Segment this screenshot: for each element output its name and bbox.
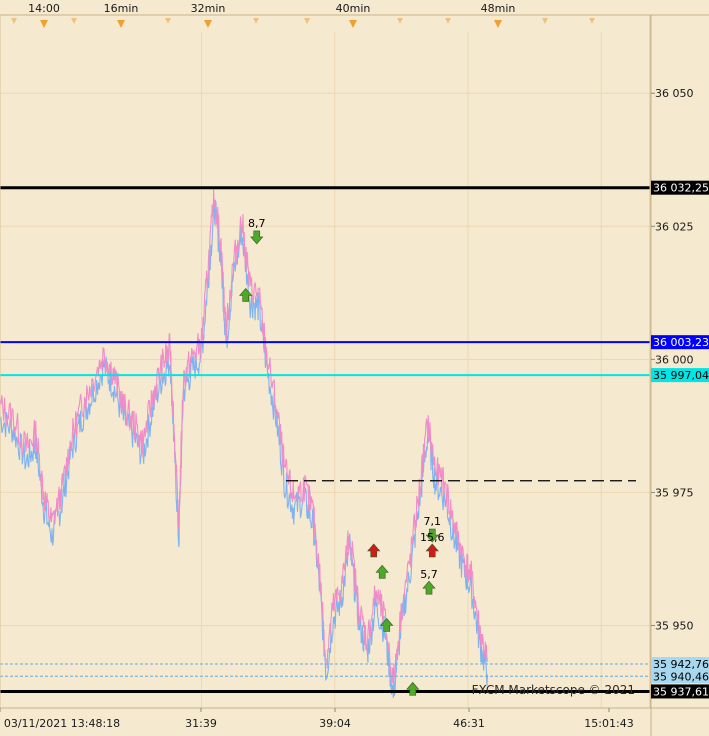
top-time-label: 48min	[481, 2, 516, 15]
level-label: 35 942,76	[653, 658, 709, 671]
level-label: 35 940,46	[653, 670, 709, 683]
bottom-time-label: 15:01:43	[584, 717, 633, 730]
y-tick-label: 35 975	[655, 486, 694, 499]
signal-label: 15,6	[420, 531, 445, 544]
signal-label: 5,7	[420, 568, 438, 581]
bottom-time-label: 03/11/2021 13:48:18	[4, 717, 120, 730]
watermark: FXCM Marketscope © 2021	[472, 683, 635, 697]
bottom-time-label: 31:39	[185, 717, 217, 730]
level-label: 35 997,04	[653, 369, 709, 382]
level-label: 36 032,25	[653, 182, 709, 195]
signal-label: 8,7	[248, 217, 266, 230]
top-time-label: 14:00	[28, 2, 60, 15]
signal-label: 7,1	[424, 515, 442, 528]
y-tick-label: 36 025	[655, 220, 694, 233]
y-tick-label: 36 000	[655, 353, 694, 366]
bottom-time-label: 46:31	[453, 717, 485, 730]
top-time-label: 32min	[191, 2, 226, 15]
y-tick-label: 36 050	[655, 87, 694, 100]
y-tick-label: 35 950	[655, 619, 694, 632]
level-label: 35 937,61	[653, 685, 709, 698]
level-label: 36 003,23	[653, 336, 709, 349]
bottom-time-label: 39:04	[319, 717, 351, 730]
top-time-label: 40min	[336, 2, 371, 15]
price-chart[interactable]: 8,7 7,1 15,6 5,7 36 050 36 025 36 000 35 975 35…	[0, 0, 709, 736]
top-time-label: 16min	[104, 2, 139, 15]
